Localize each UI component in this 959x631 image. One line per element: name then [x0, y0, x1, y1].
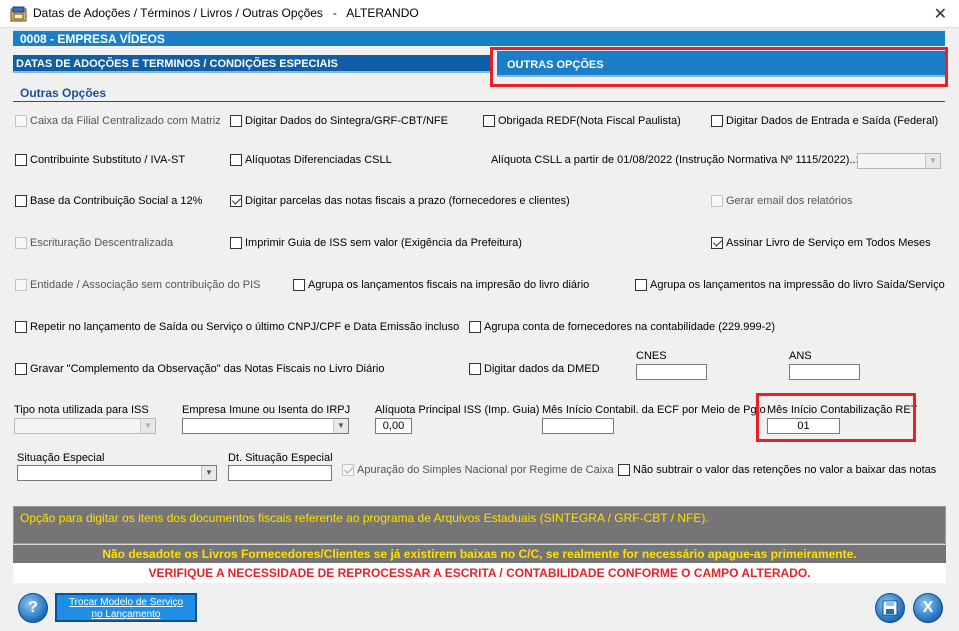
company-bar: 0008 - EMPRESA VÍDEOS	[13, 29, 945, 46]
tab-dates[interactable]: DATAS DE ADOÇÕES E TERMINOS / CONDIÇÕES …	[13, 55, 493, 73]
checkbox-gerar-email[interactable]: Gerar email dos relatórios	[711, 195, 853, 207]
aliquota-iss-label: Alíquota Principal ISS (Imp. Guia)	[375, 404, 540, 416]
checkbox-box-checked[interactable]	[711, 237, 723, 249]
checkbox-box[interactable]	[618, 464, 630, 476]
checkbox-box[interactable]	[15, 279, 27, 291]
alert-message: VERIFIQUE A NECESSIDADE DE REPROCESSAR A…	[13, 563, 946, 583]
dt-situacao-input[interactable]	[228, 465, 332, 481]
checkbox-box[interactable]	[230, 115, 242, 127]
section-divider	[13, 101, 945, 102]
checkbox-parcelas[interactable]: Digitar parcelas das notas fiscais a pra…	[230, 195, 570, 207]
aliquota-csll-label: Alíquota CSLL a partir de 01/08/2022 (In…	[491, 154, 859, 166]
checkbox-entrada-saida[interactable]: Digitar Dados de Entrada e Saída (Federa…	[711, 115, 938, 127]
chevron-down-icon[interactable]: ▼	[333, 419, 348, 433]
aliquota-iss-input[interactable]: 0,00	[375, 418, 412, 434]
section-title: Outras Opções	[20, 86, 107, 100]
cnes-label: CNES	[636, 350, 667, 362]
window-close-icon[interactable]: ✕	[934, 4, 947, 23]
checkbox-gravar-compl[interactable]: Gravar "Complemento da Observação" das N…	[15, 363, 384, 375]
highlight-ret-box	[756, 393, 916, 442]
checkbox-aliquotas-csll[interactable]: Alíquotas Diferenciadas CSLL	[230, 154, 392, 166]
checkbox-box[interactable]	[15, 237, 27, 249]
tipo-nota-label: Tipo nota utilizada para ISS	[14, 404, 149, 416]
checkbox-box[interactable]	[469, 321, 481, 333]
mes-ecf-label: Mês Início Contabil. da ECF por Meio de …	[542, 404, 766, 416]
checkbox-box[interactable]	[230, 237, 242, 249]
checkbox-box[interactable]	[711, 195, 723, 207]
checkbox-box[interactable]	[230, 154, 242, 166]
checkbox-box[interactable]	[15, 321, 27, 333]
checkbox-dmed[interactable]: Digitar dados da DMED	[469, 363, 600, 375]
checkbox-box[interactable]	[15, 115, 27, 127]
checkbox-box-checked[interactable]	[230, 195, 242, 207]
title-bar: Datas de Adoções / Términos / Livros / O…	[0, 0, 959, 28]
checkbox-box-checked[interactable]	[342, 464, 354, 476]
checkbox-box[interactable]	[469, 363, 481, 375]
cnes-input[interactable]	[636, 364, 707, 380]
ans-input[interactable]	[789, 364, 860, 380]
checkbox-guia-iss[interactable]: Imprimir Guia de ISS sem valor (Exigênci…	[230, 237, 522, 249]
checkbox-redf[interactable]: Obrigada REDF(Nota Fiscal Paulista)	[483, 115, 681, 127]
checkbox-apuracao-simples[interactable]: Apuração do Simples Nacional por Regime …	[342, 464, 614, 476]
chevron-down-icon[interactable]: ▼	[140, 419, 155, 433]
checkbox-box[interactable]	[15, 154, 27, 166]
close-button[interactable]: X	[913, 593, 943, 623]
checkbox-entidade[interactable]: Entidade / Associação sem contribuição d…	[15, 279, 261, 291]
ans-label: ANS	[789, 350, 812, 362]
checkbox-box[interactable]	[635, 279, 647, 291]
tipo-nota-select[interactable]: ▼	[14, 418, 156, 434]
checkbox-agrupa-saida[interactable]: Agrupa os lançamentos na impressão do li…	[635, 279, 945, 291]
dialog-body: 0008 - EMPRESA VÍDEOS DATAS DE ADOÇÕES E…	[0, 28, 959, 631]
info-panel: Opção para digitar os itens dos document…	[13, 506, 946, 583]
checkbox-box[interactable]	[15, 195, 27, 207]
checkbox-box[interactable]	[15, 363, 27, 375]
checkbox-escrituracao[interactable]: Escrituração Descentralizada	[15, 237, 173, 249]
close-icon: X	[922, 599, 934, 616]
change-service-model-button[interactable]: Trocar Modelo de Serviço no Lançamento	[55, 593, 197, 622]
mes-ecf-input[interactable]	[542, 418, 614, 434]
situacao-select[interactable]: ▼	[17, 465, 217, 481]
empresa-imune-select[interactable]: ▼	[182, 418, 349, 434]
checkbox-caixa-filial[interactable]: Caixa da Filial Centralizado com Matriz	[15, 115, 221, 127]
checkbox-base-contrib[interactable]: Base da Contribuição Social a 12%	[15, 195, 202, 207]
aliquota-csll-select[interactable]: ▼	[857, 153, 941, 169]
help-button[interactable]: ?	[18, 593, 48, 623]
help-icon: ?	[28, 599, 38, 616]
highlight-tab-box	[490, 47, 948, 87]
dt-situacao-label: Dt. Situação Especial	[228, 452, 333, 464]
chevron-down-icon[interactable]: ▼	[201, 466, 216, 480]
checkbox-box[interactable]	[293, 279, 305, 291]
info-message: Opção para digitar os itens dos document…	[13, 506, 946, 544]
checkbox-assinar-livro[interactable]: Assinar Livro de Serviço em Todos Meses	[711, 237, 931, 249]
window-title: Datas de Adoções / Términos / Livros / O…	[33, 6, 419, 20]
situacao-label: Situação Especial	[17, 452, 105, 464]
chevron-down-icon[interactable]: ▼	[925, 154, 940, 168]
app-icon	[10, 6, 27, 22]
warning-message: Não desadote os Livros Fornecedores/Clie…	[13, 544, 946, 563]
checkbox-box[interactable]	[711, 115, 723, 127]
floppy-disk-icon	[882, 600, 898, 616]
checkbox-sintegra[interactable]: Digitar Dados do Sintegra/GRF-CBT/NFE	[230, 115, 448, 127]
checkbox-nao-subtrair[interactable]: Não subtrair o valor das retenções no va…	[618, 464, 936, 476]
checkbox-box[interactable]	[483, 115, 495, 127]
checkbox-contribuinte-st[interactable]: Contribuinte Substituto / IVA-ST	[15, 154, 185, 166]
empresa-imune-label: Empresa Imune ou Isenta do IRPJ	[182, 404, 351, 416]
checkbox-repetir[interactable]: Repetir no lançamento de Saída ou Serviç…	[15, 321, 459, 333]
save-button[interactable]	[875, 593, 905, 623]
checkbox-agrupa-conta[interactable]: Agrupa conta de fornecedores na contabil…	[469, 321, 775, 333]
checkbox-agrupa-diario[interactable]: Agrupa os lançamentos fiscais na impresã…	[293, 279, 589, 291]
